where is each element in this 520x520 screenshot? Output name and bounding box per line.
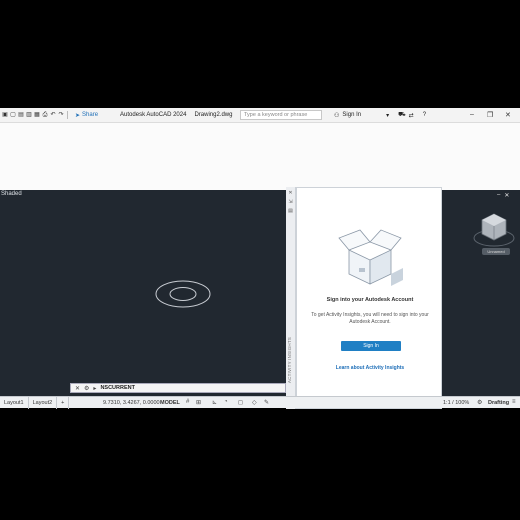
- learn-more-link[interactable]: Learn about Activity Insights: [297, 365, 443, 371]
- annotation-scale[interactable]: 1:1 / 100%: [443, 400, 469, 406]
- save-as-icon[interactable]: ▦: [34, 112, 40, 118]
- close-icon[interactable]: ✕: [505, 111, 511, 119]
- menu-icon[interactable]: ≡: [512, 399, 516, 405]
- annotation-icon[interactable]: ✎: [264, 399, 269, 406]
- ortho-icon[interactable]: ⊾: [212, 399, 217, 406]
- pin-icon[interactable]: ⇲: [286, 199, 295, 205]
- properties-icon[interactable]: ▤: [286, 208, 295, 214]
- isodraft-icon[interactable]: ◇: [252, 399, 257, 406]
- coordinates-readout: 9.7310, 3.4267, 0.0000: [103, 400, 160, 406]
- title-bar: ▣ ▢ ▤ ▥ ▦ ⎙ ↶ ↷ ➤ Share Autodesk AutoCAD…: [0, 108, 520, 123]
- undo-icon[interactable]: ↶: [50, 112, 56, 118]
- object-snap-icon[interactable]: ◻: [238, 399, 243, 406]
- viewport-controls: – ✕: [497, 192, 509, 199]
- activity-insights-panel: Sign into your Autodesk Account To get A…: [296, 187, 442, 409]
- new-icon[interactable]: ▢: [10, 112, 16, 118]
- cart-icon[interactable]: ⛟: [398, 111, 406, 119]
- search-input[interactable]: Type a keyword or phrase: [240, 110, 322, 120]
- panel-title: Sign into your Autodesk Account: [326, 297, 414, 303]
- sign-in-button[interactable]: Sign In: [341, 341, 401, 351]
- save-icon[interactable]: ▥: [26, 112, 32, 118]
- share-button[interactable]: ➤ Share: [75, 112, 98, 119]
- share-icon: ➤: [75, 112, 81, 119]
- tab-layout2[interactable]: Layout2: [29, 396, 58, 409]
- workspace-switcher[interactable]: Drafting: [488, 400, 509, 406]
- gear-icon[interactable]: ⚙: [477, 399, 482, 406]
- status-bar: Layout1 Layout2 + 9.7310, 3.4267, 0.0000…: [0, 396, 520, 409]
- wrench-icon[interactable]: ⚙: [84, 385, 89, 392]
- sign-in-label: Sign In: [342, 112, 362, 118]
- separator: [67, 111, 68, 119]
- ucs-menu[interactable]: Unnamed: [482, 248, 510, 255]
- close-icon[interactable]: ✕: [75, 385, 80, 392]
- user-icon: ⚇: [334, 112, 340, 119]
- add-layout-icon[interactable]: +: [57, 396, 70, 409]
- open-icon[interactable]: ▤: [18, 112, 24, 118]
- ribbon: [0, 123, 520, 190]
- app-title: Autodesk AutoCAD 2024: [120, 112, 187, 118]
- close-icon[interactable]: ✕: [286, 190, 295, 196]
- inner-ellipse: [169, 287, 197, 301]
- outer-ellipse: [155, 280, 211, 308]
- share-label: Share: [82, 112, 99, 118]
- restore-icon[interactable]: ❐: [487, 111, 493, 119]
- tab-layout1[interactable]: Layout1: [0, 396, 29, 409]
- sign-in-menu[interactable]: ⚇ Sign In ▾ ⛟ ⇄ ?: [334, 111, 426, 119]
- minimize-icon[interactable]: –: [497, 192, 500, 199]
- command-line[interactable]: ✕ ⚙ ▸ NSCURRENT: [70, 383, 286, 393]
- command-prompt-icon: ▸: [93, 385, 97, 392]
- snap-icon[interactable]: ⊞: [196, 399, 201, 406]
- empty-box-illustration: [338, 229, 403, 286]
- command-text: NSCURRENT: [100, 385, 135, 391]
- model-space-button[interactable]: MODEL: [160, 400, 180, 406]
- print-icon[interactable]: ⎙: [42, 112, 48, 118]
- panel-strip: ✕ ⇲ ▤ ACTIVITY INSIGHTS: [286, 187, 296, 409]
- chevron-down-icon: ▾: [386, 112, 390, 119]
- help-icon[interactable]: ?: [423, 112, 426, 118]
- close-icon[interactable]: ✕: [504, 192, 509, 199]
- panel-strip-label: ACTIVITY INSIGHTS: [287, 337, 292, 384]
- minimize-icon[interactable]: –: [470, 111, 474, 118]
- exchange-icon[interactable]: ⇄: [409, 112, 414, 119]
- document-title: Drawing2.dwg: [194, 112, 233, 118]
- grid-icon[interactable]: #: [186, 399, 189, 405]
- redo-icon[interactable]: ↷: [58, 112, 64, 118]
- polar-icon[interactable]: ◔: [224, 399, 228, 405]
- app-menu-icon[interactable]: ▣: [2, 112, 8, 118]
- panel-description: To get Activity Insights, you will need …: [311, 312, 429, 325]
